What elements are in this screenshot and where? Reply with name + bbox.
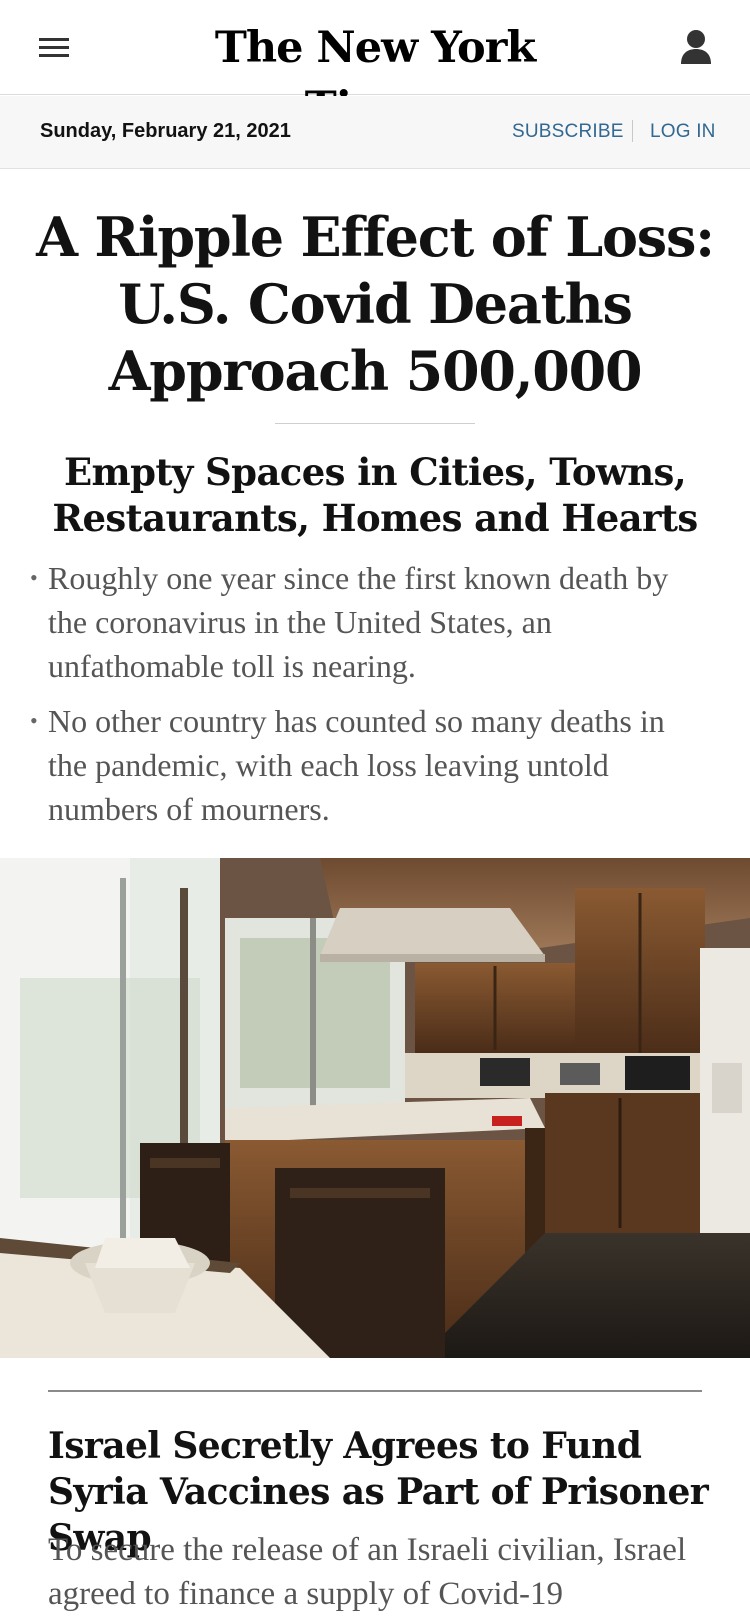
bullet-icon: • [30, 708, 38, 733]
subscribe-link[interactable]: SUBSCRIBE [512, 121, 624, 143]
current-date: Sunday, February 21, 2021 [40, 120, 291, 142]
secondary-summary[interactable]: To secure the release of an Israeli civi… [48, 1528, 718, 1616]
bullet-icon: • [30, 565, 38, 590]
lead-headline[interactable]: A Ripple Effect of Loss: U.S. Covid Deat… [30, 204, 720, 405]
headline-divider [275, 423, 475, 424]
summary-bullet-item[interactable]: • Roughly one year since the first known… [30, 556, 710, 688]
link-divider [632, 120, 633, 142]
story-divider [48, 1390, 702, 1392]
user-silhouette-icon [681, 30, 711, 64]
kitchen-photo-illustration [0, 858, 750, 1358]
menu-line [39, 38, 69, 41]
summary-bullet-text: No other country has counted so many dea… [48, 703, 665, 827]
summary-bullet-text: Roughly one year since the first known d… [48, 560, 669, 684]
login-link[interactable]: LOG IN [650, 121, 716, 143]
hamburger-menu-icon[interactable] [39, 37, 69, 59]
menu-line [39, 54, 69, 57]
summary-bullet-item[interactable]: • No other country has counted so many d… [30, 699, 710, 831]
date-bar: Sunday, February 21, 2021 SUBSCRIBE LOG … [0, 96, 750, 169]
lead-summary-list: • Roughly one year since the first known… [30, 556, 710, 842]
nyt-logo[interactable]: The New York Times [150, 18, 600, 133]
lead-photo[interactable] [0, 858, 750, 1358]
user-account-icon[interactable] [679, 28, 713, 66]
lead-subheadline[interactable]: Empty Spaces in Cities, Towns, Restauran… [30, 449, 720, 541]
masthead: The New York Times [0, 0, 750, 133]
menu-line [39, 46, 69, 49]
